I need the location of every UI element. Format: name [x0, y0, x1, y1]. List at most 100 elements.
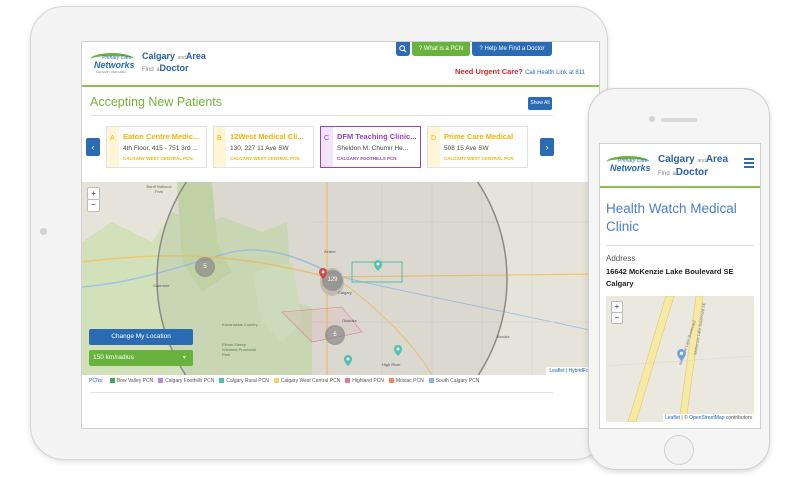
clinic-address: 508 15 Ave SW [444, 145, 489, 152]
legend-item: South Calgary PCN [435, 378, 480, 384]
divider [90, 115, 553, 116]
legend-item: Calgary West Central PCN [280, 378, 341, 384]
legend-item: Highland PCN [352, 378, 384, 384]
carousel-next-button[interactable]: › [540, 138, 554, 156]
search-icon [399, 45, 407, 53]
legend-swatch [109, 378, 115, 383]
health-link[interactable]: Call Health Link at 811 [525, 70, 585, 76]
site-brand[interactable]: Calgary andArea Find aDoctor [658, 154, 728, 180]
clinic-location-map[interactable]: McKenzie Lake Boulevard McKenzie Lake Bo… [606, 296, 754, 422]
logo-main-text: Networks [610, 163, 651, 173]
pcn-logo[interactable]: Primary Care Networks [606, 154, 652, 176]
card-letter: D [431, 135, 437, 142]
clinic-pin-icon[interactable] [394, 345, 402, 356]
leaflet-link[interactable]: Leaflet [665, 415, 680, 421]
clinic-card[interactable]: C DFM Teaching Clinic... Sheldon M. Chumir… [320, 126, 421, 168]
legend-label: PCNs: [89, 378, 104, 384]
osm-link[interactable]: © OpenStreetMap [684, 415, 724, 421]
leaflet-link[interactable]: Leaflet [549, 368, 564, 374]
phone-speaker [661, 118, 697, 122]
brand-area: Area [185, 51, 206, 61]
address-label: Address [606, 254, 636, 263]
tablet-screen: Primary Care Networks CALGARY AND AREA C… [81, 41, 600, 429]
legend-item: Calgary Foothills PCN [165, 378, 215, 384]
clinic-address: 16642 McKenzie Lake Boulevard SE Calgary [606, 266, 756, 290]
map-cluster[interactable]: 5 [195, 257, 215, 277]
clinic-map[interactable]: + − 5 129 6 Banff National Park Canmore … [82, 182, 599, 375]
clinic-name: 12West Medical Cli... [230, 132, 304, 141]
clinic-pcn: CALGARY WEST CENTRAL PCN [123, 156, 193, 161]
phone-device: Primary Care Networks Calgary andArea Fi… [588, 88, 770, 470]
card-letter-band [107, 127, 119, 167]
legend-swatch [428, 378, 434, 383]
map-cluster[interactable]: 6 [325, 325, 345, 345]
map-label: Canmore [153, 283, 170, 288]
legend-swatch [219, 378, 225, 383]
legend-item: Bow Valley PCN [116, 378, 154, 384]
map-zoom-out-button[interactable]: − [611, 312, 623, 324]
change-location-button[interactable]: Change My Location [89, 329, 193, 345]
card-letter-band [321, 127, 333, 167]
what-is-pcn-label: What is a PCN [423, 46, 464, 52]
tablet-device: Primary Care Networks CALGARY AND AREA C… [30, 6, 608, 460]
urgent-care: Need Urgent Care? Call Health Link at 81… [455, 67, 585, 76]
map-label: Banff National Park [146, 184, 172, 194]
what-is-pcn-button[interactable]: ? What is a PCN [412, 42, 470, 56]
card-letter: B [217, 135, 222, 142]
clinic-card[interactable]: D Prime Care Medical 508 15 Ave SW CALGARY … [427, 126, 528, 168]
map-attribution: Leaflet | © OpenStreetMap contributors [663, 414, 754, 422]
clinic-pcn: CALGARY WEST CENTRAL PCN [230, 156, 300, 161]
legend-swatch [158, 378, 164, 383]
brand-and: and [177, 55, 186, 61]
map-zoom-out-button[interactable]: − [87, 199, 100, 212]
search-button[interactable] [396, 42, 410, 56]
brand-and: and [697, 158, 706, 164]
show-all-button[interactable]: Show All [528, 97, 552, 110]
clinic-address: Sheldon M. Chumir He... [337, 145, 409, 152]
clinic-name: Prime Care Medical [444, 132, 514, 141]
map-label: Calgary [338, 290, 352, 295]
clinic-pcn: CALGARY WEST CENTRAL PCN [444, 156, 514, 161]
card-letter-band [214, 127, 226, 167]
map-label: Brooks [497, 334, 510, 339]
legend-item: Mosiac PCN [395, 378, 424, 384]
site-header: Primary Care Networks Calgary andArea Fi… [600, 144, 760, 188]
clinic-card[interactable]: B 12West Medical Cli... 130, 227 11 Ave SW… [213, 126, 314, 168]
brand-doctor: Doctor [159, 63, 189, 73]
current-location-pin-icon [319, 268, 327, 279]
map-label: Airdrie [324, 249, 336, 254]
help-find-doctor-label: Help Me Find a Doctor [484, 46, 545, 52]
radius-select[interactable]: 150 km/radius ▼ [89, 350, 193, 366]
site-brand[interactable]: Calgary andArea Find aDoctor [142, 51, 206, 75]
card-letter: A [110, 135, 115, 142]
question-icon: ? [479, 46, 483, 52]
clinic-address: 4th Floor, 415 - 751 3rd ... [123, 145, 198, 152]
map-label: High River [382, 362, 401, 367]
card-letter-band [428, 127, 440, 167]
clinic-card[interactable]: A Eaton Centre Medic... 4th Floor, 415 - 7… [106, 126, 207, 168]
card-letter: C [324, 135, 330, 142]
question-icon: ? [418, 46, 423, 52]
clinic-name: Eaton Centre Medic... [123, 132, 200, 141]
clinic-title: Health Watch Medical Clinic [606, 201, 737, 234]
map-label: Elbow-Sheep Wildland Provincial Park [222, 342, 256, 357]
legend-item: Calgary Rural PCN [226, 378, 269, 384]
help-find-doctor-button[interactable]: ? Help Me Find a Doctor [472, 42, 552, 56]
address-street: 16642 McKenzie Lake Boulevard SE [606, 267, 734, 276]
phone-screen: Primary Care Networks Calgary andArea Fi… [599, 143, 761, 429]
pcn-logo[interactable]: Primary Care Networks CALGARY AND AREA [90, 51, 136, 74]
carousel-prev-button[interactable]: ‹ [86, 138, 100, 156]
phone-camera [649, 116, 655, 122]
brand-city: Calgary [142, 51, 176, 61]
clinic-pin-icon[interactable] [677, 349, 686, 361]
site-header: Primary Care Networks CALGARY AND AREA C… [82, 42, 599, 87]
clinic-pin-icon[interactable] [344, 355, 352, 366]
clinic-pin-icon[interactable] [374, 260, 382, 271]
clinic-address: 130, 227 11 Ave SW [230, 145, 289, 152]
clinic-pcn: CALGARY FOOTHILLS PCN [337, 156, 397, 161]
logo-sub-text: CALGARY AND AREA [96, 70, 127, 74]
brand-area: Area [705, 154, 729, 165]
hamburger-menu-icon[interactable] [744, 158, 754, 168]
radius-select-value: 150 km/radius [93, 354, 134, 361]
attribution-text: contributors [725, 415, 752, 421]
